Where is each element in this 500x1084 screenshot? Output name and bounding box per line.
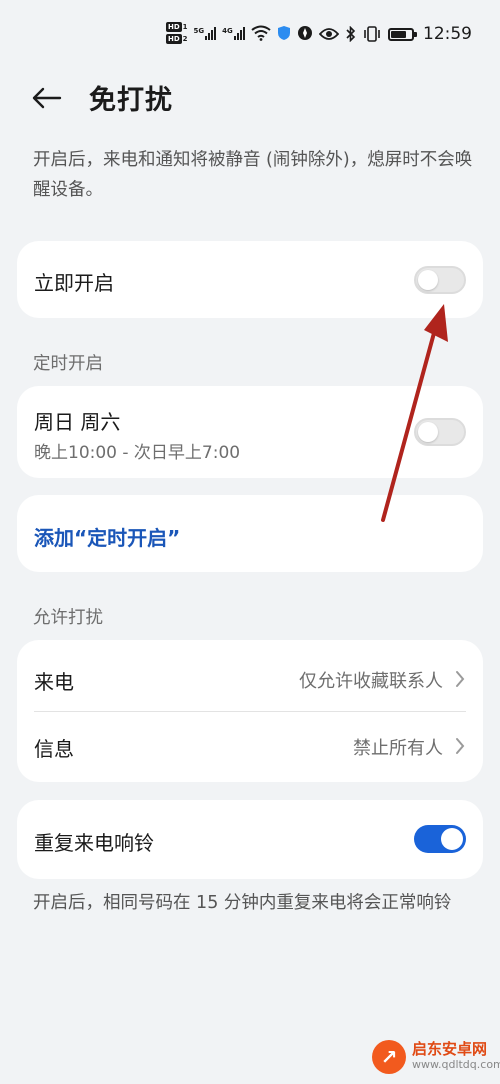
page-description: 开启后，来电和通知将被静音 (闹钟除外)，熄屏时不会唤醒设备。 bbox=[33, 150, 473, 200]
repeat-calls-description: 开启后，相同号码在 15 分钟内重复来电将会正常响铃 bbox=[33, 893, 452, 913]
repeat-calls-toggle[interactable] bbox=[414, 825, 466, 853]
vibrate-icon bbox=[364, 26, 380, 42]
add-schedule-card[interactable]: 添加“定时开启” bbox=[17, 495, 483, 572]
schedule-time: 晚上10:00 - 次日早上7:00 bbox=[34, 443, 241, 463]
toggle-knob bbox=[418, 270, 438, 290]
immediate-card[interactable]: 立即开启 bbox=[17, 241, 483, 318]
shield-icon bbox=[277, 26, 290, 40]
signal-icon-2: 4G bbox=[222, 26, 245, 40]
messages-row[interactable] bbox=[17, 712, 483, 782]
schedule-section-title: 定时开启 bbox=[33, 354, 103, 374]
status-left-group: HD 1 HD 2 5G 4G bbox=[166, 22, 313, 44]
schedule-toggle[interactable] bbox=[414, 418, 466, 446]
bluetooth-icon bbox=[346, 26, 356, 42]
watermark-logo-icon: ↗ bbox=[372, 1040, 406, 1074]
toggle-knob bbox=[441, 828, 463, 850]
eye-icon bbox=[319, 28, 339, 40]
add-schedule-link[interactable]: 添加“定时开启” bbox=[34, 522, 180, 551]
immediate-toggle[interactable] bbox=[414, 266, 466, 294]
hd-badge-2: HD 2 bbox=[166, 34, 188, 44]
hd-indicators: HD 1 HD 2 bbox=[166, 22, 188, 44]
allow-card: 来电 仅允许收藏联系人 信息 禁止所有人 bbox=[17, 640, 483, 782]
schedule-card[interactable]: 周日 周六 晚上10:00 - 次日早上7:00 bbox=[17, 386, 483, 478]
hd-badge-1: HD 1 bbox=[166, 22, 188, 32]
wifi-icon bbox=[251, 25, 271, 41]
watermark: ↗ 启东安卓网 www.qdltdq.com bbox=[372, 1040, 500, 1074]
repeat-calls-label: 重复来电响铃 bbox=[34, 831, 154, 855]
allow-section-title: 允许打扰 bbox=[33, 608, 103, 628]
immediate-label: 立即开启 bbox=[34, 271, 114, 295]
page-title: 免打扰 bbox=[89, 85, 173, 116]
repeat-calls-card[interactable]: 重复来电响铃 bbox=[17, 800, 483, 879]
compass-icon bbox=[297, 26, 312, 40]
back-button[interactable] bbox=[30, 80, 70, 116]
calls-row[interactable] bbox=[17, 640, 483, 711]
status-bar: HD 1 HD 2 5G 4G 12:59 bbox=[0, 0, 500, 74]
signal-icon: 5G bbox=[194, 26, 217, 40]
battery-icon bbox=[388, 27, 417, 41]
schedule-days: 周日 周六 bbox=[34, 410, 121, 434]
watermark-name: 启东安卓网 bbox=[412, 1040, 488, 1058]
status-right-group: 12:59 bbox=[319, 24, 472, 44]
watermark-url: www.qdltdq.com bbox=[412, 1058, 500, 1071]
toggle-knob bbox=[418, 422, 438, 442]
arrow-left-icon bbox=[32, 87, 62, 109]
status-time: 12:59 bbox=[423, 24, 472, 44]
